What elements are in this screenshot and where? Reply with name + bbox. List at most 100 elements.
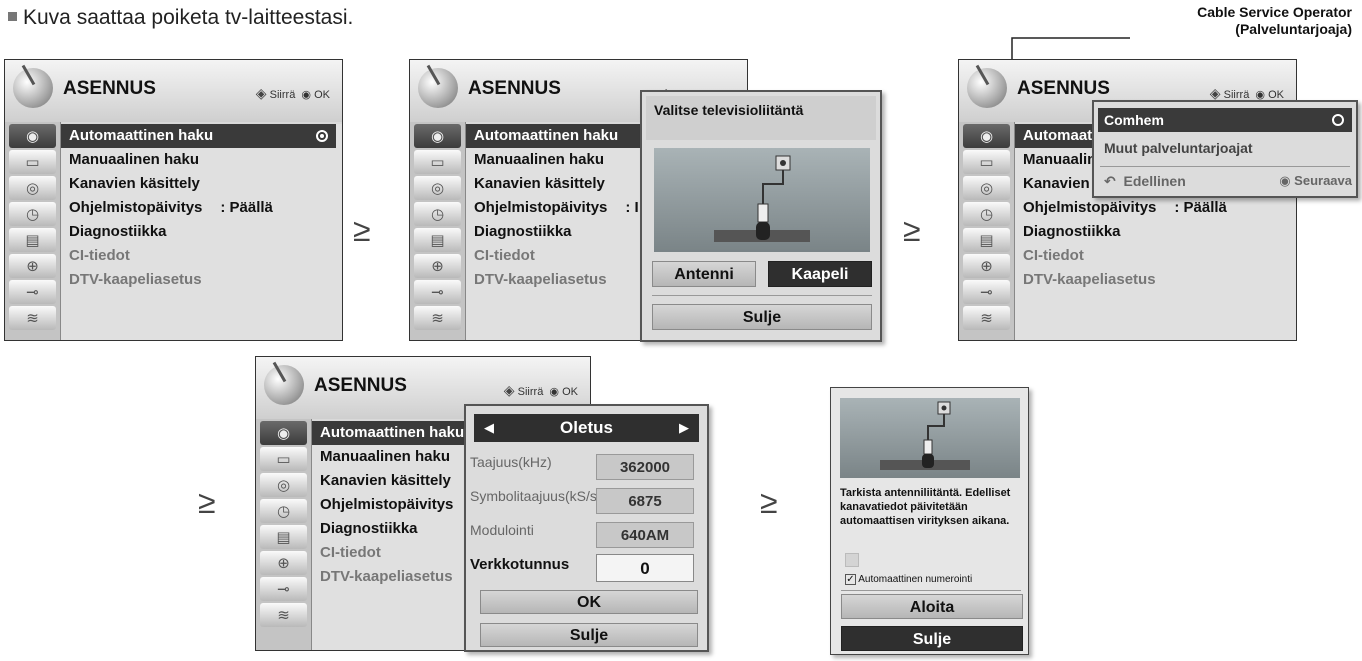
cable-settings-popup: ◀ Oletus ▶ Taajuus(kHz) 362000 Symbolita… [464, 404, 709, 652]
option-icon[interactable]: ▤ [9, 228, 56, 252]
category-sidebar: ◉ ▭ ◎ ◷ ▤ ⊕ ⊸ ≋ [256, 419, 312, 650]
option-icon[interactable]: ▤ [260, 525, 307, 549]
ok-radio-icon [1332, 114, 1344, 126]
connection-illustration [840, 398, 1020, 478]
close-button[interactable]: Sulje [652, 304, 872, 330]
cable-plug-icon [880, 401, 970, 470]
picture-icon[interactable]: ▭ [9, 150, 56, 174]
menu-title: ASENNUS [314, 375, 407, 396]
menu-title: ASENNUS [468, 78, 561, 99]
audio-icon[interactable]: ◎ [414, 176, 461, 200]
menu-list: Automaattinen haku Manuaalinen haku Kana… [61, 124, 342, 340]
connection-illustration [654, 148, 870, 252]
connection-popup: Valitse televisioliitäntä Antenni Kaapel… [640, 90, 882, 342]
lock-icon[interactable]: ⊕ [9, 254, 56, 278]
blank-checkbox[interactable] [845, 553, 859, 567]
ok-button-icon: ◉ [1279, 173, 1291, 188]
operator-option-other[interactable]: Muut palveluntarjoajat [1104, 140, 1253, 156]
move-arrows-icon: ◈ [1209, 85, 1221, 101]
media-icon[interactable]: ≋ [9, 306, 56, 330]
symbol-rate-field[interactable]: 6875 [596, 488, 694, 514]
operator-popup: Comhem Muut palveluntarjoajat ↶ Edelline… [1092, 100, 1358, 198]
start-button[interactable]: Aloita [841, 594, 1023, 619]
picture-icon[interactable]: ▭ [260, 447, 307, 471]
arrow-right-icon: ▶ [679, 420, 689, 435]
modulation-label: Modulointi [470, 522, 534, 538]
frequency-field[interactable]: 362000 [596, 454, 694, 480]
time-icon[interactable]: ◷ [9, 202, 56, 226]
move-arrows-icon: ◈ [255, 85, 267, 101]
close-button[interactable]: Sulje [480, 623, 698, 647]
popup-title: Valitse televisioliitäntä [646, 96, 876, 140]
picture-icon[interactable]: ▭ [963, 150, 1010, 174]
lock-icon[interactable]: ⊕ [260, 551, 307, 575]
menu-item-software-update[interactable]: Ohjelmistopäivitys: Päällä [61, 196, 342, 220]
network-id-field[interactable]: 0 [596, 554, 694, 582]
menu-item-diagnostics[interactable]: Diagnostiikka [61, 220, 342, 244]
step-arrow-2: ≥ [903, 212, 921, 248]
frequency-label: Taajuus(kHz) [470, 454, 552, 470]
menu-item-auto-search[interactable]: Automaattinen haku [61, 124, 336, 148]
category-sidebar: ◉ ▭ ◎ ◷ ▤ ⊕ ⊸ ≋ [959, 122, 1015, 340]
nav-hint: ◈ Siirrä ◉ OK [255, 85, 330, 101]
preset-selector[interactable]: ◀ Oletus ▶ [474, 414, 699, 442]
input-icon[interactable]: ⊸ [260, 577, 307, 601]
category-sidebar: ◉ ▭ ◎ ◷ ▤ ⊕ ⊸ ≋ [410, 122, 466, 340]
menu-item-software-update[interactable]: Ohjelmistopäivitys: Päällä [1015, 196, 1296, 220]
input-icon[interactable]: ⊸ [414, 280, 461, 304]
network-id-label: Verkkotunnus [470, 556, 570, 573]
menu-title: ASENNUS [1017, 78, 1110, 99]
modulation-field[interactable]: 640AM [596, 522, 694, 548]
cable-button[interactable]: Kaapeli [768, 261, 872, 287]
globe-icon [967, 68, 1007, 108]
menu-item-ci-info: CI-tiedot [69, 247, 130, 264]
ok-radio-icon [316, 130, 328, 142]
auto-numbering-option[interactable]: ✓ Automaattinen numerointi [845, 574, 972, 585]
picture-icon[interactable]: ▭ [414, 150, 461, 174]
media-icon[interactable]: ≋ [414, 306, 461, 330]
audio-icon[interactable]: ◎ [260, 473, 307, 497]
option-icon[interactable]: ▤ [414, 228, 461, 252]
arrow-left-icon: ◀ [484, 420, 494, 435]
option-icon[interactable]: ▤ [963, 228, 1010, 252]
satellite-icon[interactable]: ◉ [260, 421, 307, 445]
callout-label: Cable Service Operator (Palveluntarjoaja… [1197, 4, 1352, 37]
audio-icon[interactable]: ◎ [9, 176, 56, 200]
globe-icon [13, 68, 53, 108]
symbol-rate-label: Symbolitaajuus(kS/s) [470, 488, 602, 504]
time-icon[interactable]: ◷ [963, 202, 1010, 226]
lock-icon[interactable]: ⊕ [414, 254, 461, 278]
menu-item-manual-search[interactable]: Manuaalinen haku [61, 148, 342, 172]
prev-button[interactable]: ↶ Edellinen [1104, 173, 1186, 190]
menu-item-dtv-cable: DTV-kaapeliasetus [1023, 271, 1156, 288]
antenna-button[interactable]: Antenni [652, 261, 756, 287]
operator-option-comhem[interactable]: Comhem [1098, 108, 1352, 132]
divider [1100, 166, 1350, 167]
close-button[interactable]: Sulje [841, 626, 1023, 651]
lock-icon[interactable]: ⊕ [963, 254, 1010, 278]
input-icon[interactable]: ⊸ [9, 280, 56, 304]
menu-title: ASENNUS [63, 78, 156, 99]
cable-plug-icon [714, 155, 810, 242]
time-icon[interactable]: ◷ [260, 499, 307, 523]
nav-hint: ◈ Siirrä ◉ OK [503, 382, 578, 398]
menu-item-dtv-cable: DTV-kaapeliasetus [69, 271, 202, 288]
divider [652, 295, 872, 296]
step-arrow-3: ≥ [198, 484, 216, 520]
checkbox-checked-icon: ✓ [845, 574, 856, 585]
media-icon[interactable]: ≋ [963, 306, 1010, 330]
satellite-icon[interactable]: ◉ [414, 124, 461, 148]
step-arrow-4: ≥ [760, 484, 778, 520]
start-search-dialog: Tarkista antenniliitäntä. Edelliset kana… [830, 387, 1029, 655]
satellite-icon[interactable]: ◉ [963, 124, 1010, 148]
ok-button[interactable]: OK [480, 590, 698, 614]
globe-icon [418, 68, 458, 108]
menu-item-channel-edit[interactable]: Kanavien käsittely [61, 172, 342, 196]
input-icon[interactable]: ⊸ [963, 280, 1010, 304]
next-button[interactable]: ◉ Seuraava [1279, 173, 1352, 189]
menu-item-diagnostics[interactable]: Diagnostiikka [1015, 220, 1296, 244]
audio-icon[interactable]: ◎ [963, 176, 1010, 200]
satellite-icon[interactable]: ◉ [9, 124, 56, 148]
media-icon[interactable]: ≋ [260, 603, 307, 627]
time-icon[interactable]: ◷ [414, 202, 461, 226]
